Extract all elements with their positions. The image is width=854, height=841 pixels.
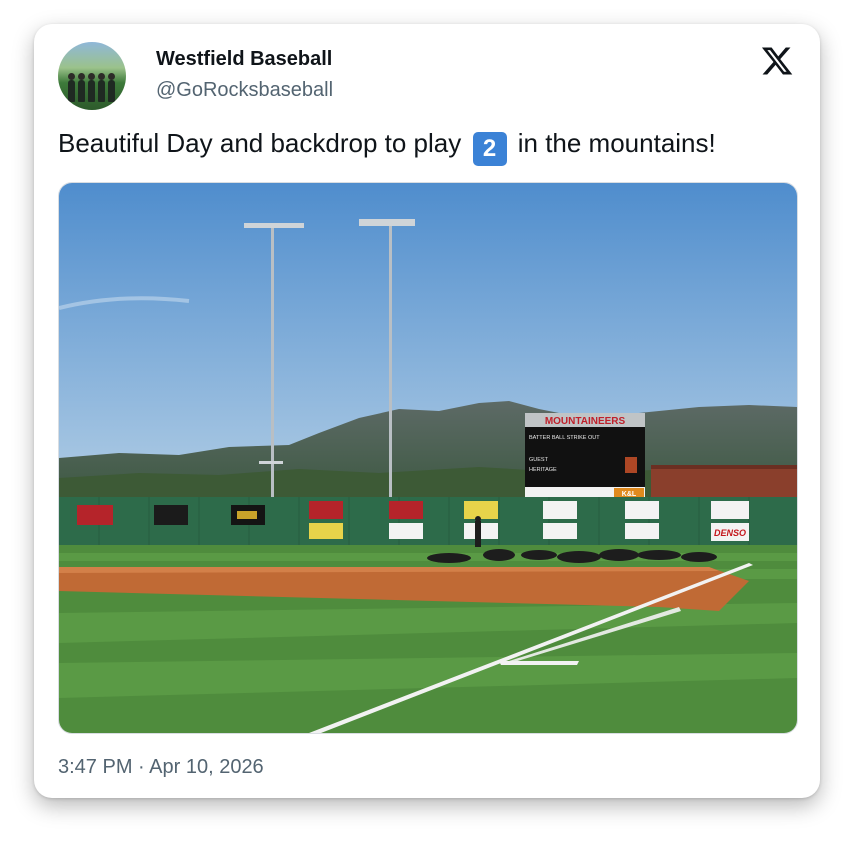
ad-denso-text: DENSO: [714, 528, 746, 538]
baseball-field-image: MOUNTAINEERS BATTER BALL STRIKE OUT GUES…: [59, 183, 797, 733]
tweet-text: Beautiful Day and backdrop to play 2 in …: [58, 128, 798, 166]
tweet-text-start: Beautiful Day and backdrop to play: [58, 128, 462, 158]
tweet-card: Westfield Baseball @GoRocksbaseball Beau…: [34, 24, 820, 798]
tweet-text-end: in the mountains!: [517, 128, 716, 158]
tweet-header: Westfield Baseball @GoRocksbaseball: [58, 42, 798, 112]
tweet-photo[interactable]: MOUNTAINEERS BATTER BALL STRIKE OUT GUES…: [58, 182, 798, 734]
display-name[interactable]: Westfield Baseball: [156, 48, 332, 71]
scoreboard-count-labels: BATTER BALL STRIKE OUT: [529, 435, 600, 441]
scoreboard-guest-label: GUEST: [529, 457, 549, 463]
number-two-keycap-icon: 2: [472, 132, 507, 166]
user-handle[interactable]: @GoRocksbaseball: [156, 79, 333, 102]
tweet-timestamp[interactable]: 3:47 PM · Apr 10, 2026: [58, 756, 264, 779]
scoreboard-title: MOUNTAINEERS: [545, 416, 626, 427]
avatar[interactable]: [58, 42, 126, 110]
x-logo-icon[interactable]: [760, 44, 794, 78]
scoreboard-home-label: HERITAGE: [529, 467, 557, 473]
ad-kl-text: K&L: [622, 491, 637, 498]
